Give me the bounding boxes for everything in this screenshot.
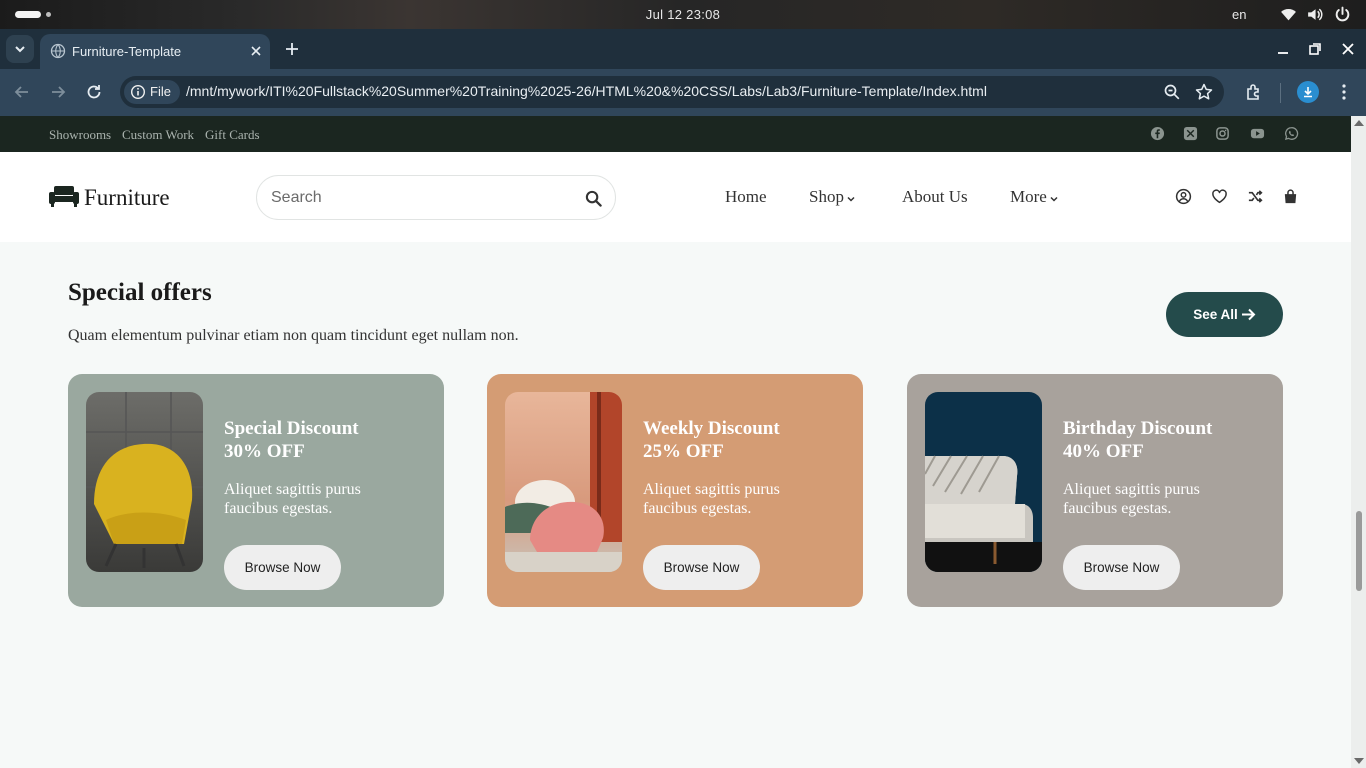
offer-card-description: Aliquet sagittis purus faucibus egestas. (643, 481, 780, 517)
yellow-armchair-image (86, 392, 203, 572)
tab-search-button[interactable] (6, 35, 34, 63)
nav-about-label: About Us (902, 187, 968, 206)
new-tab-icon[interactable] (282, 39, 302, 59)
section-subtitle: Quam elementum pulvinar etiam non quam t… (68, 327, 519, 344)
offer-card-description: Aliquet sagittis purus faucibus egestas. (224, 481, 361, 517)
minimize-icon[interactable] (1275, 41, 1291, 57)
see-all-label: See All (1193, 307, 1238, 322)
nav-more-label: More (1010, 187, 1047, 206)
nav-home-label: Home (725, 187, 767, 206)
search-box (256, 175, 616, 220)
offer-card: Special Discount 30% OFF Aliquet sagitti… (68, 374, 444, 607)
heart-icon[interactable] (1211, 188, 1228, 205)
chevron-down-icon (847, 196, 855, 202)
browse-now-button[interactable]: Browse Now (643, 545, 760, 590)
arrow-right-icon (1241, 308, 1256, 321)
nav-shop-label: Shop (809, 187, 844, 206)
browser-tab[interactable]: Furniture-Template (40, 34, 270, 69)
user-icon[interactable] (1175, 188, 1192, 205)
site-logo-text[interactable]: Furniture (84, 185, 170, 211)
gift-cards-link[interactable]: Gift Cards (205, 127, 260, 143)
grey-sofa-image (925, 392, 1042, 572)
browse-now-button[interactable]: Browse Now (1063, 545, 1180, 590)
offer-card-title: Weekly Discount 25% OFF (643, 417, 853, 463)
globe-icon (50, 43, 66, 59)
site-header: Furniture Home Shop About Us More (0, 152, 1351, 242)
offer-card-title: Birthday Discount 40% OFF (1063, 417, 1273, 463)
shopping-bag-icon[interactable] (1282, 188, 1299, 205)
download-icon (1304, 87, 1312, 98)
scrollbar-thumb[interactable] (1356, 511, 1362, 591)
see-all-button[interactable]: See All (1166, 292, 1283, 337)
restore-icon[interactable] (1307, 41, 1323, 57)
zoom-icon[interactable] (1162, 82, 1182, 102)
info-icon (130, 84, 146, 100)
nav-more[interactable]: More (1010, 187, 1059, 207)
extensions-icon[interactable] (1244, 82, 1264, 102)
shuffle-icon[interactable] (1247, 188, 1264, 205)
forward-arrow-icon[interactable] (48, 82, 68, 102)
pink-chair-image (505, 392, 622, 572)
profile-avatar[interactable] (1297, 81, 1319, 103)
offer-card-title-line1: Weekly Discount (643, 418, 780, 439)
keyboard-language[interactable]: en (1232, 7, 1246, 22)
offer-card-title-line1: Special Discount (224, 418, 359, 439)
search-input[interactable] (271, 186, 571, 210)
toolbar-separator (1280, 83, 1281, 103)
chevron-down-icon (15, 46, 25, 53)
offer-card: Weekly Discount 25% OFF Aliquet sagittis… (487, 374, 863, 607)
custom-work-link[interactable]: Custom Work (122, 127, 194, 143)
back-arrow-icon[interactable] (12, 82, 32, 102)
scroll-up-arrow[interactable] (1354, 120, 1364, 126)
close-window-icon[interactable] (1340, 41, 1356, 57)
tab-title: Furniture-Template (72, 44, 182, 59)
browser-tab-strip: Furniture-Template (0, 29, 1366, 69)
volume-icon[interactable] (1306, 6, 1323, 23)
os-top-bar: Jul 12 23:08 en (0, 0, 1366, 29)
site-info-label: File (150, 84, 171, 99)
sofa-logo-icon[interactable] (49, 184, 79, 208)
instagram-icon[interactable] (1215, 126, 1230, 141)
bookmark-star-icon[interactable] (1194, 82, 1214, 102)
page-scrollbar[interactable] (1351, 116, 1366, 768)
power-icon[interactable] (1334, 6, 1351, 23)
utility-bar: Showrooms Custom Work Gift Cards (0, 116, 1351, 152)
nav-shop[interactable]: Shop (809, 187, 856, 207)
browse-now-button[interactable]: Browse Now (224, 545, 341, 590)
showrooms-link[interactable]: Showrooms (49, 127, 111, 143)
offer-card-title: Special Discount 30% OFF (224, 417, 434, 463)
facebook-icon[interactable] (1150, 126, 1165, 141)
youtube-icon[interactable] (1250, 126, 1265, 141)
wifi-icon[interactable] (1280, 6, 1297, 23)
section-title: Special offers (68, 279, 212, 306)
os-clock[interactable]: Jul 12 23:08 (0, 7, 1366, 22)
search-icon[interactable] (585, 190, 602, 207)
reload-icon[interactable] (84, 82, 104, 102)
kebab-menu-icon[interactable] (1334, 82, 1354, 102)
page-viewport: Showrooms Custom Work Gift Cards Furnitu… (0, 116, 1351, 768)
whatsapp-icon[interactable] (1284, 126, 1299, 141)
scroll-down-arrow[interactable] (1354, 758, 1364, 764)
address-bar[interactable]: File /mnt/mywork/ITI%20Fullstack%20Summe… (120, 76, 1224, 108)
offer-card-title-line1: Birthday Discount (1063, 418, 1213, 439)
nav-home[interactable]: Home (725, 187, 767, 207)
site-info-chip[interactable]: File (124, 80, 180, 104)
offer-card-title-line2: 30% OFF (224, 441, 305, 462)
chevron-down-icon (1050, 196, 1058, 202)
close-icon[interactable] (248, 43, 264, 59)
url-text[interactable]: /mnt/mywork/ITI%20Fullstack%20Summer%20T… (186, 83, 987, 99)
x-icon[interactable] (1183, 126, 1198, 141)
nav-about-us[interactable]: About Us (902, 187, 968, 207)
offer-card-description: Aliquet sagittis purus faucibus egestas. (1063, 481, 1200, 517)
offer-card: Birthday Discount 40% OFF Aliquet sagitt… (907, 374, 1283, 607)
browser-toolbar: File /mnt/mywork/ITI%20Fullstack%20Summe… (0, 69, 1366, 116)
offer-card-title-line2: 40% OFF (1063, 441, 1144, 462)
offer-card-title-line2: 25% OFF (643, 441, 724, 462)
